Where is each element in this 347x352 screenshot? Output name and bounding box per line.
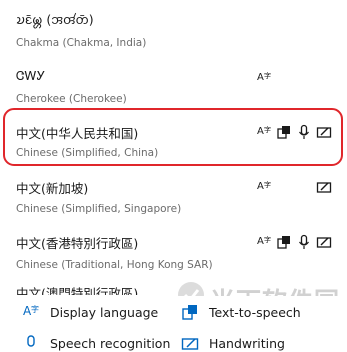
language-native-name: 𑄌𑄋𑄴𑄟𑄳𑄦 (𑄞𑄢𑄧𑄖𑄴): [16, 12, 94, 27]
legend-label: Speech recognition: [50, 335, 171, 351]
display-language-icon: A字: [256, 124, 272, 140]
legend-label: Handwriting: [209, 335, 285, 351]
legend-label: Display language: [50, 304, 159, 320]
svg-text:字: 字: [264, 180, 271, 189]
speech-recognition-icon: [22, 334, 40, 352]
language-english-name: Cherokee (Cherokee): [16, 93, 127, 105]
language-english-name: Chakma (Chakma, India): [16, 37, 147, 49]
language-native-name: 中文(新加坡): [16, 181, 89, 196]
svg-text:字: 字: [264, 125, 271, 134]
language-native-name: 中文(香港特別行政區): [16, 236, 139, 251]
legend-label: Text-to-speech: [209, 304, 301, 320]
language-native-name: ᏣᎳᎩ: [16, 68, 46, 83]
list-item[interactable]: 中文(香港特別行政區) Chinese (Traditional, Hong K…: [0, 223, 347, 283]
legend-speech-recognition: Speech recognition: [22, 334, 170, 352]
display-language-icon: A字: [256, 179, 272, 195]
handwriting-icon: [181, 334, 199, 352]
list-item[interactable]: 𑄌𑄋𑄴𑄟𑄳𑄦 (𑄞𑄢𑄧𑄖𑄴) Chakma (Chakma, India): [0, 0, 347, 60]
legend-text-to-speech: Text-to-speech: [181, 303, 301, 321]
handwriting-icon: [316, 179, 332, 195]
display-language-icon: A字: [22, 303, 40, 321]
language-english-name: Chinese (Simplified, Singapore): [16, 203, 182, 215]
svg-text:A: A: [257, 126, 264, 137]
list-item-selected[interactable]: 中文(中华人民共和国) Chinese (Simplified, China) …: [0, 112, 347, 172]
list-item[interactable]: 中文(新加坡) Chinese (Simplified, Singapore) …: [0, 168, 347, 228]
handwriting-icon: [316, 124, 332, 140]
speech-recognition-icon: [296, 234, 312, 250]
svg-text:字: 字: [31, 304, 39, 314]
language-native-name: 中文(澳門特別行政區): [16, 286, 139, 295]
text-to-speech-icon: [181, 303, 199, 321]
legend-display-language: A字 Display language: [22, 303, 158, 321]
language-english-name: Chinese (Traditional, Hong Kong SAR): [16, 259, 213, 271]
svg-text:字: 字: [264, 235, 271, 244]
text-to-speech-icon: [276, 234, 292, 250]
language-list: 𑄌𑄋𑄴𑄟𑄳𑄦 (𑄞𑄢𑄧𑄖𑄴) Chakma (Chakma, India) ᏣᎳ…: [0, 0, 347, 295]
list-item[interactable]: 中文(澳門特別行政區): [0, 278, 347, 295]
handwriting-icon: [316, 234, 332, 250]
list-item[interactable]: ᏣᎳᎩ Cherokee (Cherokee) A字: [0, 58, 347, 118]
legend-handwriting: Handwriting: [181, 334, 285, 352]
text-to-speech-icon: [276, 124, 292, 140]
feature-legend: A字 Display language Text-to-speech Speec…: [0, 296, 347, 351]
display-language-icon: A字: [256, 234, 272, 250]
svg-text:A: A: [257, 181, 264, 192]
svg-text:字: 字: [264, 71, 271, 80]
speech-recognition-icon: [296, 124, 312, 140]
language-english-name: Chinese (Simplified, China): [16, 147, 159, 159]
svg-text:A: A: [257, 72, 264, 83]
svg-text:A: A: [257, 236, 264, 247]
language-native-name: 中文(中华人民共和国): [16, 126, 139, 141]
display-language-icon: A字: [256, 70, 272, 86]
